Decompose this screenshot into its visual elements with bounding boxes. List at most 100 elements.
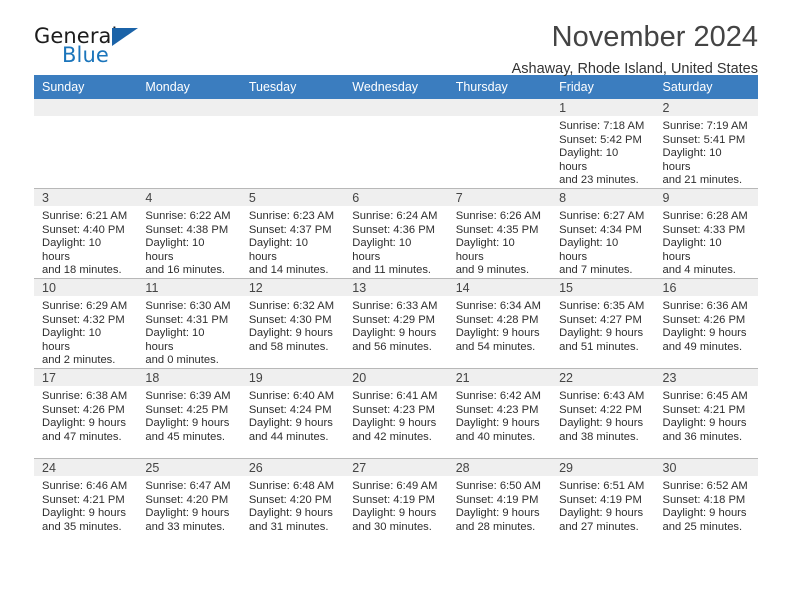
calendar-cell-empty (344, 99, 448, 189)
calendar-day-cell[interactable]: 26 Sunrise: 6:48 AM Sunset: 4:20 PM Dayligh… (240, 458, 345, 548)
daylight-text-line1: Daylight: 9 hours (145, 507, 230, 520)
sunset-text: Sunset: 4:19 PM (352, 493, 435, 506)
daylight-text-line2: and 51 minutes. (559, 340, 639, 353)
calendar-day-cell[interactable]: 19 Sunrise: 6:40 AM Sunset: 4:24 PM Dayligh… (240, 368, 345, 459)
calendar-day-cell[interactable]: 12 Sunrise: 6:32 AM Sunset: 4:30 PM Dayligh… (240, 278, 345, 369)
sunset-text: Sunset: 5:42 PM (559, 133, 642, 146)
page-header: General Blue November 2024 Ashaway, Rhod… (34, 0, 758, 78)
daylight-text-line1: Daylight: 9 hours (352, 417, 437, 430)
sunset-text: Sunset: 4:26 PM (42, 403, 125, 416)
sunset-text: Sunset: 4:34 PM (559, 223, 642, 236)
calendar-day-cell[interactable]: 13 Sunrise: 6:33 AM Sunset: 4:29 PM Dayligh… (344, 278, 448, 369)
day-number: 30 (654, 459, 758, 476)
sunrise-text: Sunrise: 6:26 AM (455, 210, 541, 222)
day-number: 24 (34, 459, 138, 476)
sunrise-text: Sunrise: 6:51 AM (559, 480, 645, 492)
calendar-day-cell[interactable]: 29 Sunrise: 6:51 AM Sunset: 4:19 PM Dayligh… (551, 458, 655, 548)
sunset-text: Sunset: 4:28 PM (455, 313, 539, 326)
day-details: Sunrise: 6:52 AM Sunset: 4:18 PM Daylight:… (655, 476, 758, 534)
daylight-text-line1: Daylight: 9 hours (248, 507, 333, 520)
day-details: Sunrise: 6:36 AM Sunset: 4:26 PM Daylight:… (655, 296, 758, 354)
calendar-body: 1 Sunrise: 7:18 AM Sunset: 5:42 PM Daylight… (34, 99, 758, 548)
sunrise-text: Sunrise: 6:39 AM (145, 390, 231, 402)
sunrise-text: Sunrise: 6:52 AM (662, 480, 748, 492)
logo-text-blue: Blue (62, 43, 109, 67)
calendar-week-row: 1 Sunrise: 7:18 AM Sunset: 5:42 PM Daylight… (34, 99, 758, 189)
day-details: Sunrise: 6:34 AM Sunset: 4:28 PM Daylight:… (448, 296, 551, 354)
calendar-day-cell[interactable]: 27 Sunrise: 6:49 AM Sunset: 4:19 PM Dayligh… (344, 458, 448, 548)
calendar-day-cell[interactable]: 10 Sunrise: 6:29 AM Sunset: 4:32 PM Dayligh… (34, 278, 138, 369)
day-number: 25 (137, 459, 241, 476)
calendar-day-cell[interactable]: 22 Sunrise: 6:43 AM Sunset: 4:22 PM Dayligh… (551, 368, 655, 459)
calendar-day-cell[interactable]: 16 Sunrise: 6:36 AM Sunset: 4:26 PM Dayligh… (654, 278, 758, 369)
calendar-day-cell[interactable]: 17 Sunrise: 6:38 AM Sunset: 4:26 PM Dayligh… (34, 368, 138, 459)
sunrise-text: Sunrise: 6:36 AM (662, 300, 748, 312)
day-details: Sunrise: 6:49 AM Sunset: 4:19 PM Daylight:… (344, 476, 447, 534)
sunset-text: Sunset: 4:20 PM (248, 493, 332, 506)
sunrise-text: Sunrise: 6:22 AM (145, 210, 231, 222)
sunrise-text: Sunrise: 7:18 AM (559, 120, 645, 132)
day-number: 2 (654, 99, 758, 116)
daylight-text-line2: and 54 minutes. (455, 340, 536, 353)
day-details: Sunrise: 6:39 AM Sunset: 4:25 PM Daylight:… (137, 386, 240, 444)
general-blue-logo[interactable]: General Blue (34, 24, 154, 70)
day-details: Sunrise: 6:50 AM Sunset: 4:19 PM Daylight:… (448, 476, 551, 534)
daylight-text-line2: and 56 minutes. (352, 340, 432, 353)
sunrise-text: Sunrise: 6:30 AM (145, 300, 231, 312)
weekday-header-sunday: Sunday (34, 75, 138, 99)
day-number: 13 (344, 279, 448, 296)
daylight-text-line2: and 36 minutes. (662, 430, 743, 443)
calendar-day-cell[interactable]: 25 Sunrise: 6:47 AM Sunset: 4:20 PM Dayligh… (137, 458, 241, 548)
calendar-day-cell[interactable]: 6 Sunrise: 6:24 AM Sunset: 4:36 PM Daylight… (344, 188, 448, 279)
sunrise-text: Sunrise: 6:28 AM (662, 210, 748, 222)
calendar-day-cell[interactable]: 30 Sunrise: 6:52 AM Sunset: 4:18 PM Dayligh… (654, 458, 758, 548)
calendar-day-cell[interactable]: 24 Sunrise: 6:46 AM Sunset: 4:21 PM Dayligh… (34, 458, 138, 548)
daylight-text-line1: Daylight: 10 hours (662, 147, 722, 173)
calendar-day-cell[interactable]: 4 Sunrise: 6:22 AM Sunset: 4:38 PM Daylight… (137, 188, 241, 279)
sunset-text: Sunset: 4:32 PM (42, 313, 125, 326)
calendar-day-cell[interactable]: 3 Sunrise: 6:21 AM Sunset: 4:40 PM Daylight… (34, 188, 138, 279)
day-details: Sunrise: 6:29 AM Sunset: 4:32 PM Daylight:… (34, 296, 137, 368)
calendar-day-cell[interactable]: 14 Sunrise: 6:34 AM Sunset: 4:28 PM Dayligh… (447, 278, 552, 369)
day-details: Sunrise: 6:32 AM Sunset: 4:30 PM Daylight:… (241, 296, 344, 354)
day-number (447, 99, 552, 116)
weekday-header-wednesday: Wednesday (344, 75, 448, 99)
calendar-day-cell[interactable]: 5 Sunrise: 6:23 AM Sunset: 4:37 PM Daylight… (240, 188, 345, 279)
daylight-text-line2: and 9 minutes. (455, 264, 530, 277)
calendar-day-cell[interactable]: 8 Sunrise: 6:27 AM Sunset: 4:34 PM Daylight… (551, 188, 655, 279)
calendar-day-cell[interactable]: 9 Sunrise: 6:28 AM Sunset: 4:33 PM Daylight… (654, 188, 758, 279)
weekday-header-tuesday: Tuesday (240, 75, 345, 99)
sunset-text: Sunset: 4:37 PM (248, 223, 332, 236)
calendar-cell-empty (34, 99, 138, 189)
calendar-day-cell[interactable]: 1 Sunrise: 7:18 AM Sunset: 5:42 PM Daylight… (551, 99, 655, 189)
daylight-text-line1: Daylight: 9 hours (559, 327, 644, 340)
day-number: 20 (344, 369, 448, 386)
calendar-day-cell[interactable]: 15 Sunrise: 6:35 AM Sunset: 4:27 PM Dayligh… (551, 278, 655, 369)
sunrise-text: Sunrise: 6:27 AM (559, 210, 645, 222)
calendar-day-cell[interactable]: 28 Sunrise: 6:50 AM Sunset: 4:19 PM Dayligh… (447, 458, 552, 548)
daylight-text-line1: Daylight: 9 hours (352, 327, 437, 340)
day-details: Sunrise: 6:35 AM Sunset: 4:27 PM Daylight:… (551, 296, 654, 354)
daylight-text-line2: and 16 minutes. (145, 264, 226, 277)
calendar-day-cell[interactable]: 18 Sunrise: 6:39 AM Sunset: 4:25 PM Dayligh… (137, 368, 241, 459)
calendar-day-cell[interactable]: 23 Sunrise: 6:45 AM Sunset: 4:21 PM Dayligh… (654, 368, 758, 459)
calendar-day-cell[interactable]: 21 Sunrise: 6:42 AM Sunset: 4:23 PM Dayligh… (447, 368, 552, 459)
sunrise-text: Sunrise: 6:50 AM (455, 480, 541, 492)
calendar-cell-empty (447, 99, 552, 189)
day-number: 27 (344, 459, 448, 476)
day-details: Sunrise: 6:51 AM Sunset: 4:19 PM Daylight:… (551, 476, 654, 534)
calendar-day-cell[interactable]: 20 Sunrise: 6:41 AM Sunset: 4:23 PM Dayligh… (344, 368, 448, 459)
calendar-day-cell[interactable]: 2 Sunrise: 7:19 AM Sunset: 5:41 PM Daylight… (654, 99, 758, 189)
daylight-text-line1: Daylight: 9 hours (455, 327, 540, 340)
sunrise-text: Sunrise: 6:40 AM (248, 390, 335, 402)
day-number (240, 99, 345, 116)
sunset-text: Sunset: 4:30 PM (248, 313, 332, 326)
sunset-text: Sunset: 4:18 PM (662, 493, 746, 506)
day-number (137, 99, 241, 116)
daylight-text-line1: Daylight: 9 hours (42, 417, 126, 430)
day-number: 1 (551, 99, 655, 116)
calendar-day-cell[interactable]: 7 Sunrise: 6:26 AM Sunset: 4:35 PM Daylight… (447, 188, 552, 279)
sunset-text: Sunset: 4:21 PM (662, 403, 746, 416)
calendar-day-cell[interactable]: 11 Sunrise: 6:30 AM Sunset: 4:31 PM Dayligh… (137, 278, 241, 369)
daylight-text-line2: and 4 minutes. (662, 264, 736, 277)
